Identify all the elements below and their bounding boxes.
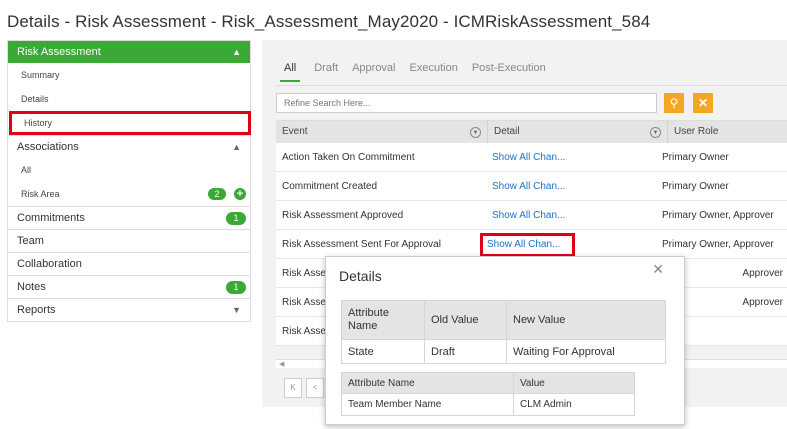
table-header: Event ▼ Detail ▼ User Role — [276, 121, 787, 143]
page-title: Details - Risk Assessment - Risk_Assessm… — [7, 12, 651, 31]
table-header: Attribute Name Value — [341, 372, 635, 394]
chevron-down-icon[interactable]: ▼ — [232, 299, 241, 321]
column-label: Detail — [494, 126, 520, 137]
cell-event: Action Taken On Commitment — [282, 152, 415, 163]
sidebar-section-team[interactable]: Team — [8, 229, 250, 252]
count-badge: 1 — [226, 281, 246, 294]
sidebar-item-risk-area[interactable]: Risk Area 2 + — [8, 182, 250, 206]
attribute-changes-table: Attribute Name Old Value New Value State… — [341, 300, 666, 364]
sidebar-item-all[interactable]: All — [8, 158, 250, 182]
column-header-attribute-name: Attribute Name — [341, 372, 514, 394]
table-row: Risk Assessment Sent For Approval Show A… — [276, 230, 787, 259]
sidebar-section-notes[interactable]: Notes 1 — [8, 275, 250, 298]
pager: K < — [284, 378, 324, 398]
search-icon: ⚲ — [669, 96, 679, 110]
sidebar-item-details[interactable]: Details — [8, 87, 250, 111]
table-row: Risk Assessment Approved Show All Chan..… — [276, 201, 787, 230]
sidebar-section-commitments[interactable]: Commitments 1 — [8, 206, 250, 229]
details-dialog: Details ✕ Attribute Name Old Value New V… — [325, 256, 685, 425]
column-header-attribute-name: Attribute Name — [341, 300, 425, 340]
tab-draft[interactable]: Draft — [314, 62, 338, 82]
table-row: Action Taken On Commitment Show All Chan… — [276, 143, 787, 172]
sidebar-section-reports[interactable]: Reports ▼ — [8, 298, 250, 321]
cell-event: Risk Assessment Approved — [282, 210, 404, 221]
sidebar-section-collaboration[interactable]: Collaboration — [8, 252, 250, 275]
search-input[interactable] — [276, 93, 657, 113]
column-header-user-role[interactable]: User Role — [668, 121, 787, 143]
count-badge: 2 — [208, 188, 226, 200]
show-all-changes-link[interactable]: Show All Chan... — [479, 233, 576, 257]
filter-icon[interactable]: ▼ — [470, 127, 481, 138]
scroll-left-icon[interactable]: ◀ — [279, 360, 284, 368]
sidebar-section-risk-assessment[interactable]: Risk Assessment ▲ — [8, 41, 250, 63]
show-all-changes-cell: Show All Chan... — [479, 230, 661, 258]
sidebar-section-label: Team — [17, 235, 44, 247]
cell-user-role: Primary Owner — [662, 152, 729, 163]
tab-approval[interactable]: Approval — [352, 62, 395, 82]
column-label: User Role — [674, 126, 719, 137]
cell-event: Commitment Created — [282, 181, 378, 192]
column-header-event[interactable]: Event ▼ — [276, 121, 488, 143]
sidebar-section-label: Notes — [17, 281, 46, 293]
cell-attribute: Team Member Name — [341, 393, 514, 416]
sidebar-section-label: Risk Assessment — [17, 46, 101, 58]
cell-user-role: Primary Owner, Approver — [662, 239, 774, 250]
first-page-button[interactable]: K — [284, 378, 302, 398]
close-icon: ✕ — [697, 96, 709, 110]
sidebar: Risk Assessment ▲ Summary Details Histor… — [7, 40, 251, 322]
column-header-value: Value — [513, 372, 635, 394]
cell-event: Risk Assessment Sent For Approval — [282, 239, 441, 250]
chevron-up-icon[interactable]: ▲ — [232, 41, 241, 63]
cell-user-role: Primary Owner — [662, 181, 729, 192]
table-row: State Draft Waiting For Approval — [341, 339, 666, 364]
dialog-title: Details — [339, 268, 382, 284]
filter-icon[interactable]: ▼ — [650, 127, 661, 138]
tab-execution[interactable]: Execution — [410, 62, 458, 82]
sidebar-item-summary[interactable]: Summary — [8, 63, 250, 87]
sidebar-section-label: Associations — [17, 141, 79, 153]
divider — [276, 85, 787, 86]
show-all-changes-link[interactable]: Show All Chan... — [481, 172, 661, 200]
previous-page-button[interactable]: < — [306, 378, 324, 398]
cell-old-value: Draft — [424, 339, 507, 364]
cell-user-role: Primary Owner, Approver — [662, 210, 774, 221]
show-all-changes-link[interactable]: Show All Chan... — [481, 201, 661, 229]
tab-post-execution[interactable]: Post-Execution — [472, 62, 546, 82]
show-all-changes-link[interactable]: Show All Chan... — [481, 143, 661, 171]
column-header-new-value: New Value — [506, 300, 666, 340]
tab-bar: All Draft Approval Execution Post-Execut… — [280, 62, 546, 82]
cell-value: CLM Admin — [513, 393, 635, 416]
tab-all[interactable]: All — [280, 62, 301, 82]
sidebar-section-label: Reports — [17, 304, 56, 316]
sidebar-section-label: Collaboration — [17, 258, 82, 270]
column-header-detail[interactable]: Detail ▼ — [488, 121, 668, 143]
cell-new-value: Waiting For Approval — [506, 339, 666, 364]
column-header-old-value: Old Value — [424, 300, 507, 340]
search-button[interactable]: ⚲ — [664, 93, 684, 113]
sidebar-section-label: Commitments — [17, 212, 85, 224]
chevron-up-icon[interactable]: ▲ — [232, 136, 241, 158]
close-icon[interactable]: ✕ — [652, 261, 664, 278]
sidebar-item-label: Risk Area — [21, 189, 60, 199]
sidebar-item-history[interactable]: History — [9, 111, 251, 135]
table-row: Commitment Created Show All Chan... Prim… — [276, 172, 787, 201]
team-member-table: Attribute Name Value Team Member Name CL… — [341, 372, 635, 416]
count-badge: 1 — [226, 212, 246, 225]
clear-search-button[interactable]: ✕ — [693, 93, 713, 113]
add-icon[interactable]: + — [234, 188, 246, 200]
table-row: Team Member Name CLM Admin — [341, 393, 635, 416]
cell-attribute: State — [341, 339, 425, 364]
column-label: Event — [282, 126, 308, 137]
table-header: Attribute Name Old Value New Value — [341, 300, 666, 340]
sidebar-section-associations[interactable]: Associations ▲ — [8, 135, 250, 158]
